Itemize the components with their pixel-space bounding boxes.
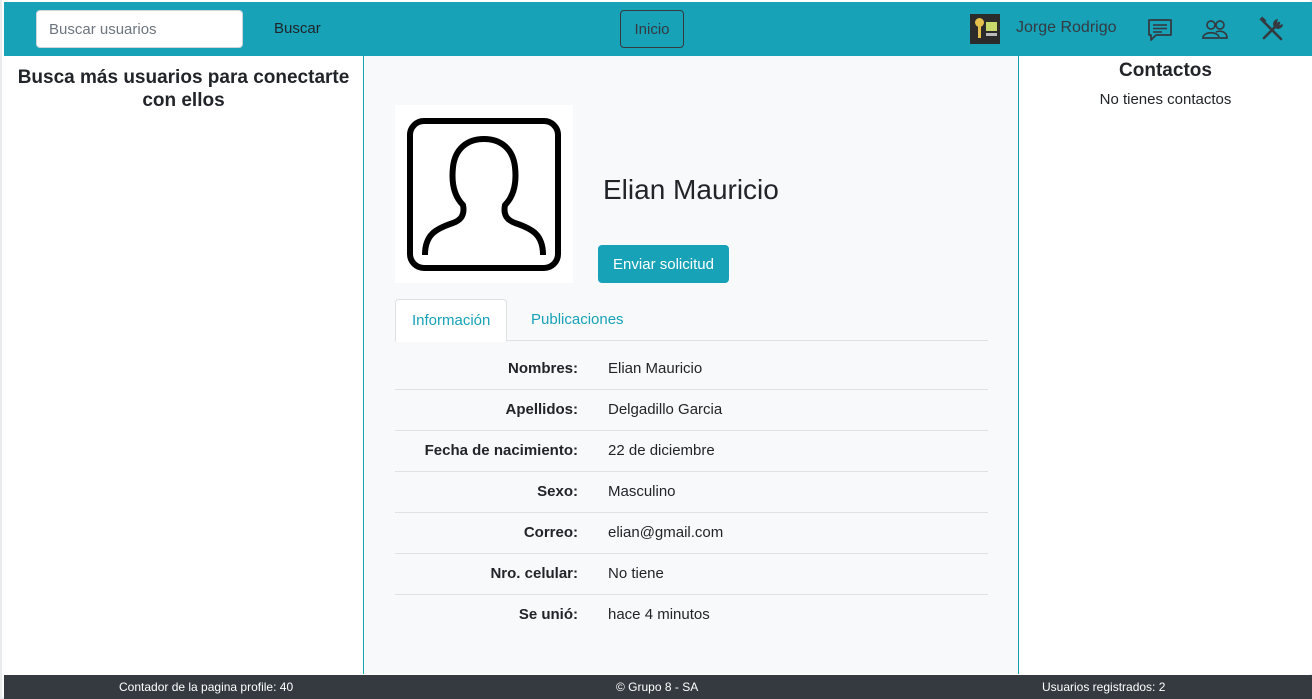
avatar-label-shape: [986, 22, 997, 31]
info-label: Fecha de nacimiento:: [424, 442, 578, 459]
info-row-celular: Nro. celular: No tiene: [395, 554, 988, 595]
search-input[interactable]: [36, 10, 243, 48]
profile-photo: [395, 105, 573, 283]
avatar-stem-shape: [978, 26, 981, 38]
people-icon[interactable]: [1201, 16, 1229, 44]
info-value: Elian Mauricio: [608, 360, 703, 377]
profile-panel: Elian Mauricio Enviar solicitud Informac…: [365, 56, 1018, 674]
navbar: Buscar Inicio Jorge Rodrigo: [4, 2, 1312, 56]
search-button[interactable]: Buscar: [266, 10, 329, 48]
tools-icon[interactable]: [1258, 16, 1286, 44]
page-counter: Contador de la pagina profile: 40: [119, 680, 294, 694]
info-label: Correo:: [523, 524, 578, 541]
info-row-nombres: Nombres: Elian Mauricio: [395, 349, 988, 390]
contacts-empty-text: No tienes contactos: [1099, 91, 1232, 108]
app-frame: Buscar Inicio Jorge Rodrigo: [0, 0, 1312, 699]
avatar-label-shape-2: [986, 33, 997, 36]
left-sidebar-title: Busca más usuarios para conectarte con e…: [17, 67, 350, 111]
info-row-sexo: Sexo: Masculino: [395, 472, 988, 513]
info-value: 22 de diciembre: [608, 442, 715, 459]
user-avatar[interactable]: [970, 14, 1000, 44]
info-label: Nro. celular:: [490, 565, 578, 582]
info-label: Nombres:: [507, 360, 578, 377]
info-row-fecha-nacimiento: Fecha de nacimiento: 22 de diciembre: [395, 431, 988, 472]
send-request-button[interactable]: Enviar solicitud: [598, 245, 729, 283]
info-value: Masculino: [608, 483, 676, 500]
home-button[interactable]: Inicio: [620, 10, 684, 48]
info-row-apellidos: Apellidos: Delgadillo Garcia: [395, 390, 988, 431]
left-sidebar: Busca más usuarios para conectarte con e…: [4, 56, 364, 674]
info-value: No tiene: [608, 565, 664, 582]
tab-publicaciones[interactable]: Publicaciones: [515, 299, 640, 341]
profile-tabs: Información Publicaciones: [395, 299, 988, 342]
info-value: elian@gmail.com: [608, 524, 724, 541]
info-value: Delgadillo Garcia: [608, 401, 723, 418]
info-label: Sexo:: [537, 483, 578, 500]
tab-informacion[interactable]: Información: [395, 299, 508, 342]
info-label: Se unió:: [518, 606, 578, 623]
footer: Contador de la pagina profile: 40 © Grup…: [4, 675, 1312, 699]
info-label: Apellidos:: [505, 401, 578, 418]
copyright: © Grupo 8 - SA: [616, 680, 699, 694]
info-value: hace 4 minutos: [608, 606, 710, 623]
chat-icon[interactable]: [1146, 16, 1174, 44]
registered-users: Usuarios registrados: 2: [1042, 680, 1166, 694]
user-name-link[interactable]: Jorge Rodrigo: [1016, 19, 1117, 37]
contacts-title: Contactos: [1119, 60, 1212, 81]
profile-name: Elian Mauricio: [603, 174, 779, 205]
info-table: Nombres: Elian Mauricio Apellidos: Delga…: [395, 349, 988, 636]
info-row-se-unio: Se unió: hace 4 minutos: [395, 595, 988, 636]
contacts-sidebar: Contactos No tienes contactos: [1018, 56, 1312, 674]
info-row-correo: Correo: elian@gmail.com: [395, 513, 988, 554]
